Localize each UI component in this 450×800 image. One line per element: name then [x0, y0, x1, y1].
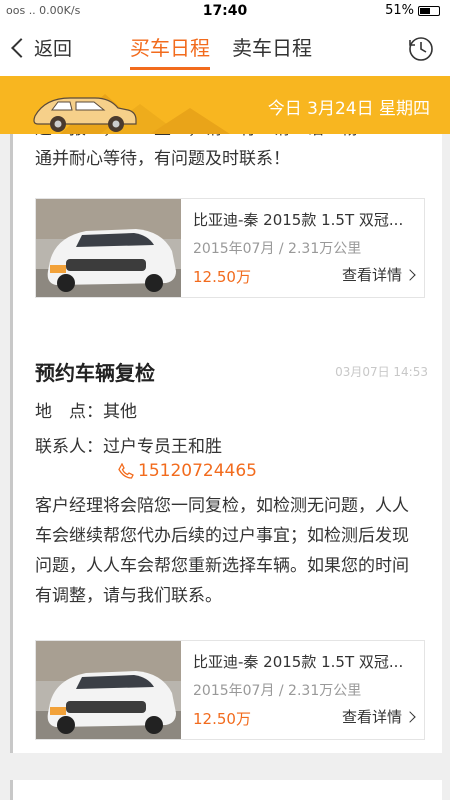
car-summary[interactable]: 比亚迪-秦 2015款 1.5T 双冠... 2015年07月 / 2.31万公… [35, 640, 425, 740]
car-price: 12.50万 [193, 268, 251, 286]
phone-number: 15120724465 [138, 461, 257, 481]
car-illustration [33, 94, 230, 134]
phone-link[interactable]: 15120724465 [118, 461, 257, 481]
car-title: 比亚迪-秦 2015款 1.5T 双冠... [193, 211, 404, 229]
date-banner: 今日 3月24日 星期四 [0, 76, 450, 134]
message-line: 进…报…，……里…，请…有…请…话…畅 [35, 134, 420, 144]
chevron-right-icon [404, 710, 416, 723]
status-time: 17:40 [202, 3, 248, 19]
contact-label: 联系人： [35, 437, 103, 457]
status-bar: oos .. 0.00K/s 17:40 51% [0, 0, 450, 24]
message-line: 通并耐心等待，有问题及时联系！ [35, 149, 290, 169]
view-details-link[interactable]: 查看详情 [341, 706, 416, 727]
car-photo [36, 641, 181, 739]
contact-row: 联系人：过户专员王和胜 [35, 432, 222, 457]
view-details-label: 查看详情 [341, 708, 402, 726]
phone-icon [118, 463, 134, 479]
chevron-left-icon [11, 37, 31, 58]
history-clock-icon[interactable] [406, 34, 436, 64]
tab-buy-schedule[interactable]: 买车日程 [130, 32, 210, 70]
schedule-list[interactable]: 进…报…，……里…，请…有…请…话…畅 通并耐心等待，有问题及时联系！ 比亚迪-… [0, 134, 450, 800]
battery-percent: 51% [385, 3, 414, 18]
battery-icon [418, 5, 440, 16]
contact-value: 过户专员王和胜 [103, 437, 222, 457]
tab-sell-schedule[interactable]: 卖车日程 [232, 32, 312, 70]
card-title: 预约车辆复检 [35, 361, 155, 385]
today-date: 今日 3月24日 星期四 [267, 99, 430, 119]
view-details-link[interactable]: 查看详情 [341, 264, 416, 285]
card-message: 进…报…，……里…，请…有…请…话…畅 通并耐心等待，有问题及时联系！ [13, 134, 442, 174]
schedule-card [10, 780, 442, 800]
car-price: 12.50万 [193, 710, 251, 728]
view-details-label: 查看详情 [341, 266, 402, 284]
location-value: 其他 [103, 402, 137, 422]
car-meta: 2015年07月 / 2.31万公里 [193, 241, 362, 257]
schedule-card: 预约车辆复检 03月07日 14:53 地 点：其他 联系人：过户专员王和胜 1… [10, 335, 442, 753]
location-row: 地 点：其他 [35, 397, 137, 422]
card-message: 客户经理将会陪您一同复检，如检测无问题，人人车会继续帮您代办后续的过户事宜；如检… [35, 496, 409, 606]
back-button[interactable]: 返回 [8, 34, 72, 61]
car-photo [36, 199, 181, 297]
tab-bar: 买车日程 卖车日程 [130, 32, 312, 70]
location-label: 地 点： [35, 402, 103, 422]
car-meta: 2015年07月 / 2.31万公里 [193, 683, 362, 699]
card-timestamp: 03月07日 14:53 [335, 365, 428, 379]
back-label: 返回 [34, 38, 73, 60]
nav-bar: 返回 买车日程 卖车日程 [0, 24, 450, 76]
car-summary[interactable]: 比亚迪-秦 2015款 1.5T 双冠... 2015年07月 / 2.31万公… [35, 198, 425, 298]
car-title: 比亚迪-秦 2015款 1.5T 双冠... [193, 653, 404, 671]
status-right: 51% [385, 3, 440, 18]
chevron-right-icon [404, 268, 416, 281]
